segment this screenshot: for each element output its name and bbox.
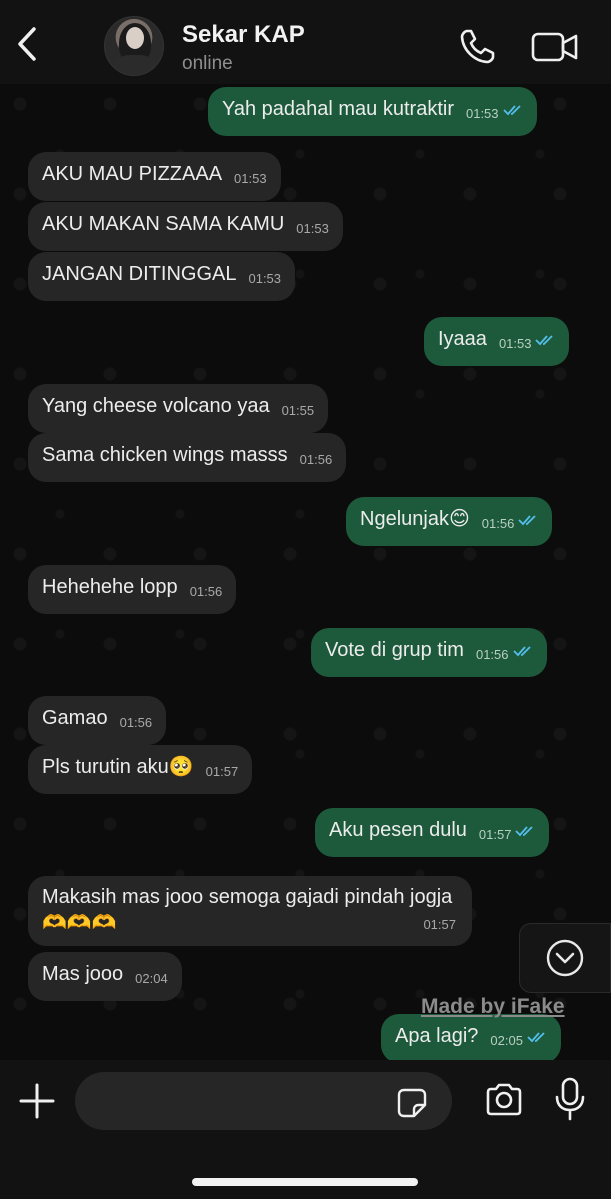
- message-outgoing[interactable]: Yah padahal mau kutraktir 01:53: [208, 87, 537, 136]
- message-text: Makasih mas jooo semoga gajadi pindah jo…: [42, 886, 453, 934]
- message-time: 01:57: [478, 827, 512, 842]
- message-list[interactable]: Yah padahal mau kutraktir 01:53 AKU MAU P…: [0, 84, 611, 1060]
- video-call-button[interactable]: [530, 28, 580, 66]
- read-ticks-icon: [527, 1032, 545, 1043]
- message-incoming[interactable]: Sama chicken wings masss 01:56: [28, 433, 347, 482]
- message-time: 02:04: [135, 971, 168, 986]
- message-text: Iyaaa: [438, 328, 487, 350]
- message-incoming[interactable]: Hehehehe lopp 01:56: [28, 565, 237, 614]
- message-incoming[interactable]: Yang cheese volcano yaa 01:55: [28, 384, 329, 433]
- chat-header: Sekar KAP online: [0, 0, 611, 84]
- sticker-button[interactable]: [396, 1087, 428, 1119]
- message-text: Vote di grup tim: [325, 639, 464, 661]
- read-ticks-icon: [512, 646, 531, 657]
- message-time: 01:53: [296, 221, 329, 236]
- message-text: Hehehehe lopp: [42, 576, 178, 598]
- avatar[interactable]: [104, 16, 164, 76]
- scroll-to-bottom-button[interactable]: [519, 923, 611, 993]
- message-time: 02:05: [490, 1033, 523, 1048]
- watermark: Made by iFake: [421, 995, 565, 1018]
- camera-button[interactable]: [484, 1080, 524, 1120]
- message-incoming[interactable]: AKU MAKAN SAMA KAMU 01:53: [28, 202, 343, 251]
- message-outgoing[interactable]: Aku pesen dulu 01:57: [315, 808, 550, 857]
- message-text: AKU MAU PIZZAAA: [42, 163, 223, 185]
- message-outgoing[interactable]: Iyaaa 01:53: [424, 317, 570, 366]
- read-ticks-icon: [502, 105, 521, 116]
- message-time: 01:57: [205, 764, 239, 779]
- phone-icon: [460, 29, 495, 64]
- message-incoming[interactable]: Gamao 01:56: [28, 696, 167, 745]
- message-text: Apa lagi?: [395, 1025, 479, 1047]
- plus-icon: [19, 1083, 55, 1119]
- sticker-icon: [397, 1088, 427, 1118]
- back-button[interactable]: [10, 24, 44, 64]
- message-text: Pls turutin aku🥺: [42, 756, 194, 778]
- contact-name[interactable]: Sekar KAP: [182, 21, 305, 49]
- message-text: Mas jooo: [42, 963, 124, 985]
- back-icon: [18, 27, 36, 61]
- home-indicator[interactable]: [192, 1178, 418, 1186]
- message-text: JANGAN DITINGGAL: [42, 263, 237, 285]
- message-time: 01:53: [498, 336, 532, 351]
- microphone-icon: [555, 1077, 585, 1121]
- message-incoming[interactable]: Mas jooo 02:04: [28, 952, 182, 1001]
- message-text: Aku pesen dulu: [329, 819, 467, 841]
- message-incoming[interactable]: AKU MAU PIZZAAA 01:53: [28, 152, 281, 201]
- message-outgoing[interactable]: Ngelunjak😊 01:56: [346, 497, 553, 546]
- message-text: Yah padahal mau kutraktir: [222, 98, 454, 120]
- message-text: AKU MAKAN SAMA KAMU: [42, 213, 285, 235]
- attach-button[interactable]: [18, 1082, 56, 1120]
- message-incoming[interactable]: JANGAN DITINGGAL 01:53: [28, 252, 296, 301]
- message-time: 01:53: [248, 271, 282, 286]
- message-incoming[interactable]: Pls turutin aku🥺 01:57: [28, 745, 253, 794]
- chevron-down-icon: [546, 939, 584, 977]
- message-time: 01:55: [281, 403, 315, 418]
- read-ticks-icon: [515, 826, 534, 837]
- message-time: 01:53: [234, 171, 267, 186]
- voice-call-button[interactable]: [458, 26, 498, 66]
- microphone-button[interactable]: [552, 1076, 588, 1122]
- message-time: 01:56: [475, 647, 509, 662]
- message-incoming[interactable]: Makasih mas jooo semoga gajadi pindah jo…: [28, 876, 472, 946]
- message-time: 01:56: [481, 516, 515, 531]
- message-outgoing[interactable]: Apa lagi? 02:05: [381, 1014, 561, 1060]
- video-camera-icon: [531, 32, 578, 62]
- message-time: 01:56: [189, 584, 223, 599]
- message-text: Ngelunjak😊: [360, 508, 470, 530]
- message-outgoing[interactable]: Vote di grup tim 01:56: [311, 628, 547, 677]
- read-ticks-icon: [518, 515, 536, 526]
- message-text: Yang cheese volcano yaa: [42, 395, 270, 417]
- message-text: Gamao: [42, 707, 108, 729]
- read-ticks-icon: [535, 335, 554, 346]
- message-time: 01:56: [299, 452, 333, 467]
- message-time: 01:57: [423, 917, 456, 932]
- camera-icon: [486, 1083, 522, 1116]
- message-time: 01:53: [465, 106, 499, 121]
- contact-status: online: [182, 53, 233, 74]
- message-text: Sama chicken wings masss: [42, 444, 288, 466]
- message-time: 01:56: [119, 715, 153, 730]
